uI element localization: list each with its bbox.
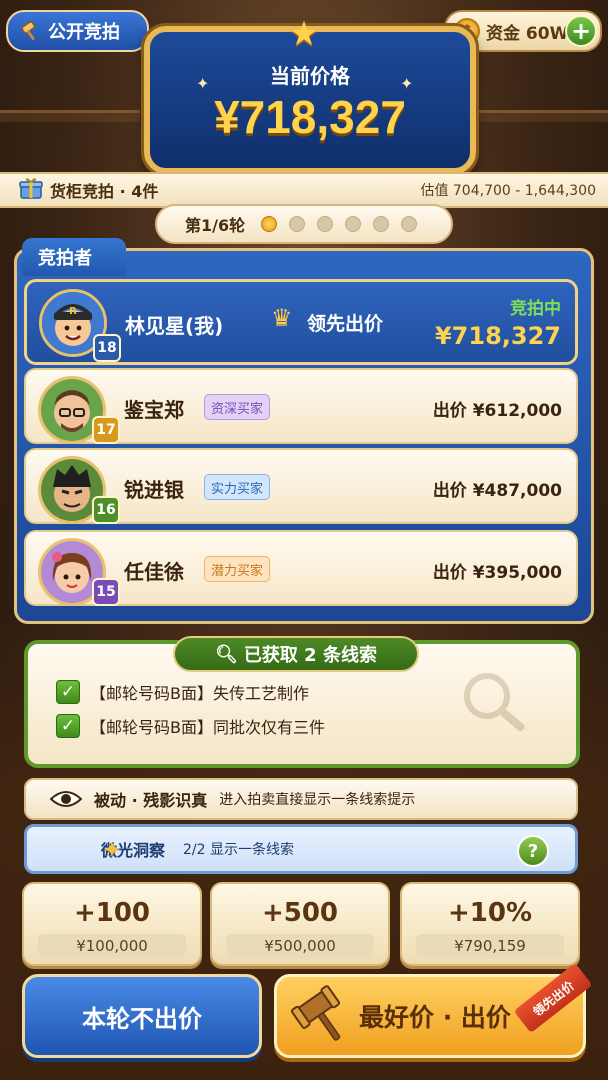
skill-help-button[interactable]: ? [517,835,549,867]
increment-amount: ¥100,000 [38,934,186,958]
bid-amount: 出价 ¥487,000 [432,481,562,501]
background-shelf-right [470,110,608,122]
round-dot [345,216,362,232]
svg-text:R: R [69,306,77,317]
increment-10pct-button[interactable]: +10% ¥790,159 [400,882,580,966]
gift-box-icon [19,178,43,199]
round-dot [373,216,390,232]
clues-header: 🔍︎ 已获取 2 条线索 [173,636,419,672]
level-badge: 17 [92,416,120,444]
magnifier-icon: 🔍︎ [215,643,238,665]
bidder-name: 鉴宝郑 [124,398,184,422]
increment-500-button[interactable]: +500 ¥500,000 [210,882,390,966]
passive-skill-name: 被动 · 残影识真 [94,791,208,810]
star-icon: ★ [288,14,320,54]
bid-amount: 出价 ¥395,000 [432,563,562,583]
magnifier-decoration-icon [464,673,525,732]
crown-icon: ♛ [271,304,293,332]
buyer-tag: 潜力买家 [204,556,271,582]
increment-100-button[interactable]: +100 ¥100,000 [22,882,202,966]
passive-skill-bar: 被动 · 残影识真 进入拍卖直接显示一条线索提示 [24,778,578,820]
increment-label: +10% [447,898,533,928]
bid-amount: 出价 ¥612,000 [432,401,562,421]
background-shelf-left [0,110,140,122]
bidders-panel-title: 竞拍者 [22,238,126,276]
pass-round-button[interactable]: 本轮不出价 [22,974,262,1058]
bidder-row-me[interactable]: R 18 林见星(我) ♛ 领先出价 竞拍中 ¥718,327 [24,279,578,365]
bidder-name: 锐进银 [124,478,184,502]
eye-icon [50,791,82,807]
round-dot [261,216,278,232]
current-price-label: 当前价格 [270,64,350,88]
level-badge: 15 [92,578,120,606]
increment-label: +500 [261,898,339,928]
bidder-row[interactable]: 16 锐进银 实力买家 出价 ¥487,000 [24,448,578,524]
passive-skill-desc: 进入拍卖直接显示一条线索提示 [219,792,416,808]
round-indicator: 第1/6轮 [155,204,453,244]
increment-label: +100 [73,898,151,928]
sparkle-skill-icon: ✦ [102,836,123,864]
funds-label: 资金 60W [486,23,569,44]
round-label: 第1/6轮 [185,216,246,235]
gavel-small-icon [21,21,36,41]
active-skill-desc: 2/2 显示一条线索 [183,842,294,858]
increment-amount: ¥500,000 [226,934,374,958]
buyer-tag: 资深买家 [204,394,271,420]
clue-item: ✓ 【邮轮号码B面】同批次仅有三件 [56,714,325,738]
round-dot [401,216,418,232]
round-dot [289,216,306,232]
checkmark-icon: ✓ [56,680,80,704]
bidder-row[interactable]: 15 任佳徐 潜力买家 出价 ¥395,000 [24,530,578,606]
level-badge: 16 [92,496,120,524]
public-auction-label: 公开竞拍 [48,22,120,43]
level-badge: 18 [93,334,121,362]
bidder-name: 林见星(我) [125,314,224,338]
lot-label: 货柜竞拍 · 4件 [50,182,159,201]
my-bid-price: ¥718,327 [434,322,561,350]
public-auction-button[interactable]: 公开竞拍 [6,10,149,52]
clues-header-label: 已获取 2 条线索 [243,645,377,666]
estimate-range: 估值 704,700 - 1,644,300 [420,183,596,199]
current-price-value: ¥718,327 [214,91,406,143]
add-funds-button[interactable]: + [565,15,597,47]
checkmark-icon: ✓ [56,714,80,738]
leading-bid-label: 领先出价 [307,313,384,335]
gavel-icon [290,985,341,1041]
round-dot [317,216,334,232]
increment-amount: ¥790,159 [416,934,564,958]
clue-text: 【邮轮号码B面】失传工艺制作 [90,684,309,703]
clue-item: ✓ 【邮轮号码B面】失传工艺制作 [56,680,309,704]
bidder-row[interactable]: 17 鉴宝郑 资深买家 出价 ¥612,000 [24,368,578,444]
buyer-tag: 实力买家 [204,474,271,500]
clue-text: 【邮轮号码B面】同批次仅有三件 [90,718,325,737]
bidding-status: 竞拍中 [510,299,561,319]
bidder-name: 任佳徐 [124,560,184,584]
